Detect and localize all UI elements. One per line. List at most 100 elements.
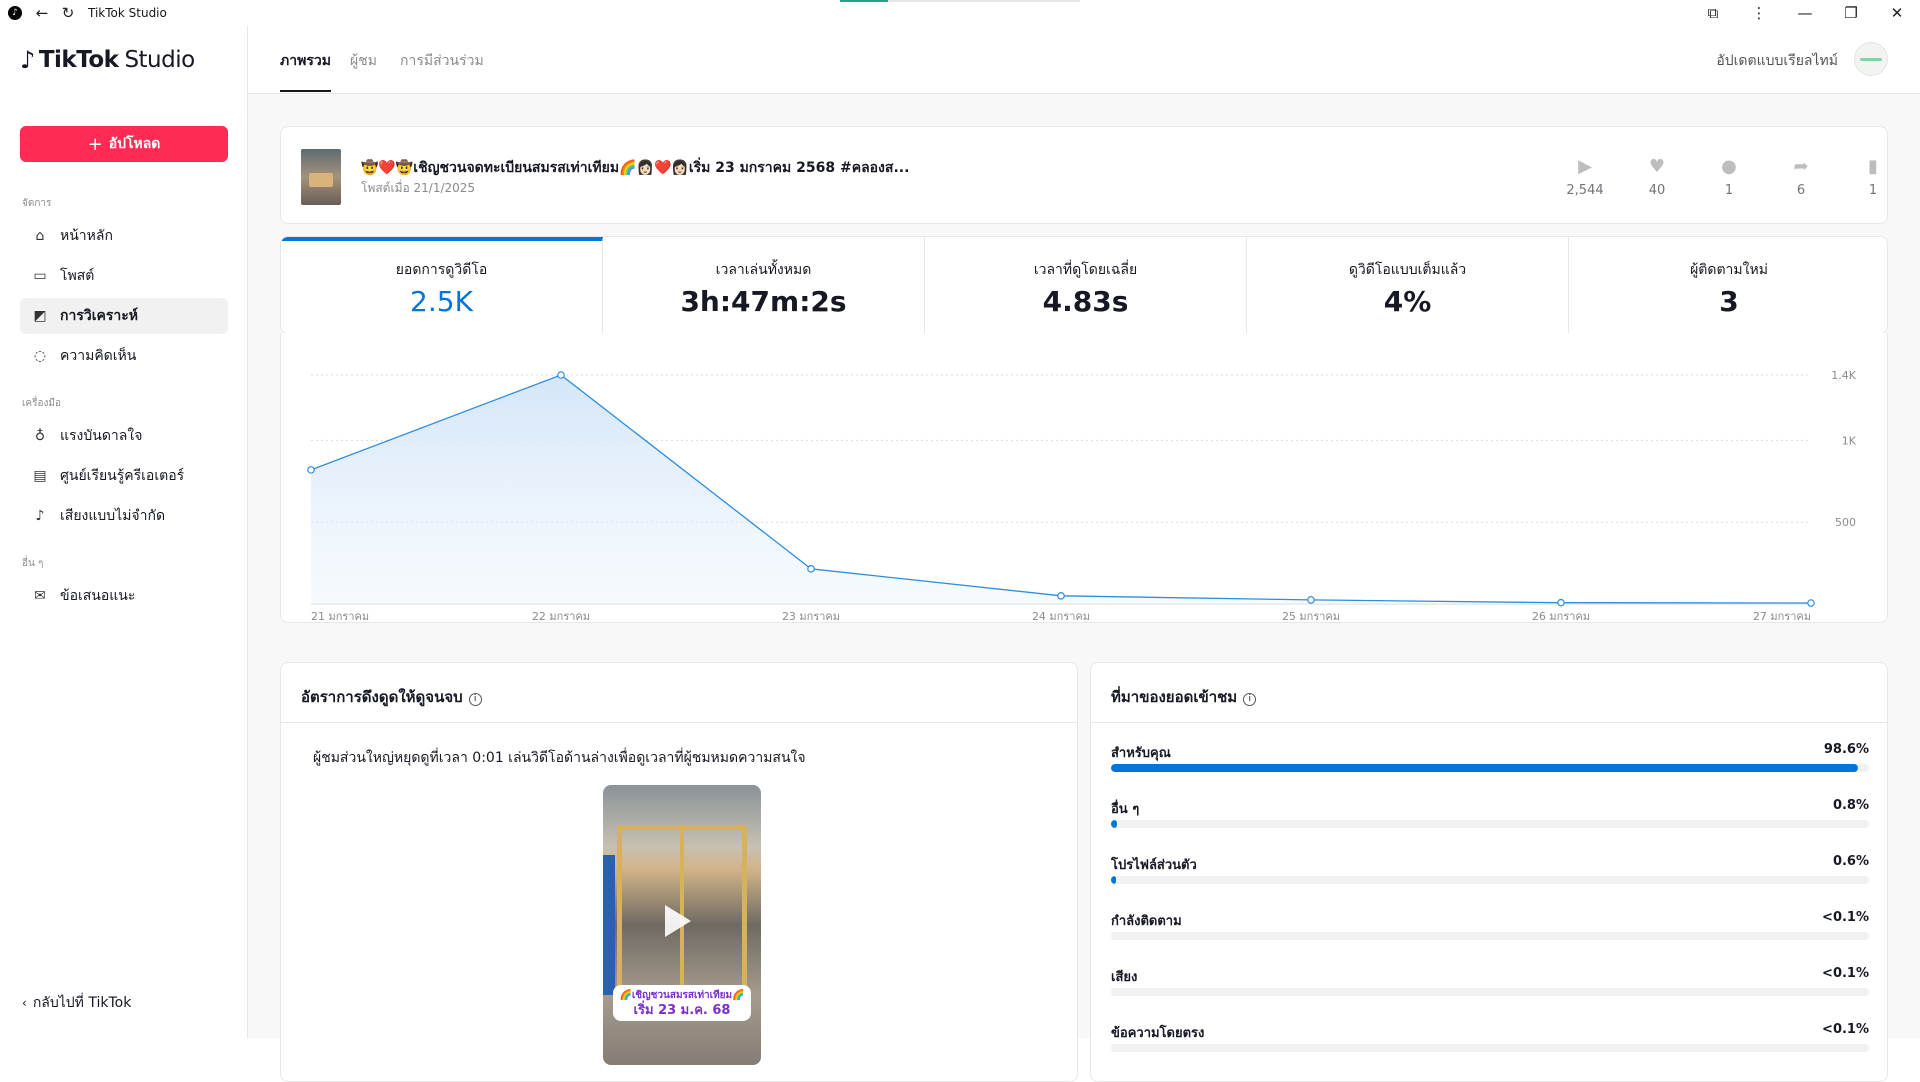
window-titlebar: ♪ ← ↻ TikTok Studio ⧉ ⋮ — ❐ ✕ (0, 0, 1920, 26)
traffic-source-value: 98.6% (1823, 742, 1869, 757)
stat-value: 1 (1868, 183, 1878, 198)
minimize-button[interactable]: — (1782, 3, 1828, 23)
back-to-tiktok-link[interactable]: ‹ กลับไปที่ TikTok (22, 992, 131, 1014)
series-area-fill (311, 375, 1811, 604)
sidebar: ♪ TikTok Studio + อัปโหลด จัดการ ⌂ หน้าห… (0, 26, 248, 1038)
tab-viewers[interactable]: ผู้ชม (350, 50, 377, 90)
y-tick-label: 500 (1835, 516, 1856, 529)
metric-value: 2.5K (410, 285, 473, 318)
post-thumbnail[interactable] (301, 149, 341, 205)
tab-overview[interactable]: ภาพรวม (280, 50, 331, 92)
traffic-source-bar-track (1111, 820, 1869, 828)
video-preview[interactable]: 🌈เชิญชวนสมรสเท่าเทียม🌈 เริ่ม 23 ม.ค. 68 (603, 785, 761, 1065)
extension-icon[interactable]: ⧉ (1690, 3, 1736, 23)
x-tick-label: 24 มกราคม (1032, 610, 1090, 623)
upload-button[interactable]: + อัปโหลด (20, 126, 228, 162)
traffic-source-row: กำลังติดตาม <0.1% (1111, 910, 1869, 950)
traffic-sources-card: ที่มาของยอดเข้าชม i สำหรับคุณ 98.6% อื่น ๆ 0… (1090, 662, 1888, 1082)
stat-value: 6 (1796, 183, 1806, 198)
sidebar-item-posts[interactable]: ▭ โพสต์ (20, 258, 228, 294)
traffic-source-bar-fill (1111, 876, 1117, 884)
sidebar-item-label: ข้อเสนอแนะ (60, 588, 136, 604)
more-options-icon[interactable]: ⋮ (1736, 3, 1782, 23)
info-icon[interactable]: i (468, 693, 482, 706)
sidebar-item-label: ศูนย์เรียนรู้ครีเอเตอร์ (60, 468, 185, 484)
avatar[interactable] (1854, 42, 1888, 76)
sidebar-item-feedback[interactable]: ✉ ข้อเสนอแนะ (20, 578, 228, 614)
metric-label: ผู้ติดตามใหม่ (1690, 262, 1768, 278)
metric-video-views[interactable]: ยอดการดูวิดีโอ 2.5K (281, 237, 603, 333)
metric-watched-full-video[interactable]: ดูวิดีโอแบบเต็มแล้ว 4% (1247, 237, 1569, 333)
retention-title: อัตราการดึงดูดให้ดูจนจบ i (301, 685, 482, 709)
brand-logo[interactable]: ♪ TikTok Studio (20, 46, 195, 74)
stat-value: 1 (1724, 183, 1734, 198)
data-point (557, 371, 565, 379)
sidebar-item-creator-academy[interactable]: ▤ ศูนย์เรียนรู้ครีเอเตอร์ (20, 458, 228, 494)
sidebar-item-home[interactable]: ⌂ หน้าหลัก (20, 218, 228, 254)
views-line-chart: 500 1K 1.4K 21 มกราคม 22 มกราคม 23 มกราคม 24 ม… (307, 369, 1857, 623)
back-arrow-icon[interactable]: ← (32, 3, 52, 23)
plus-icon: + (87, 133, 103, 155)
metric-value: 3 (1719, 285, 1739, 318)
tab-engagement[interactable]: การมีส่วนร่วม (400, 50, 484, 90)
metric-average-watch-time[interactable]: เวลาที่ดูโดยเฉลี่ย 4.83s (925, 237, 1247, 333)
maximize-button[interactable]: ❐ (1828, 3, 1874, 23)
metric-value: 4.83s (1042, 285, 1129, 318)
section-label-others: อื่น ๆ (22, 558, 44, 569)
tiktok-app-icon: ♪ (8, 6, 22, 20)
play-icon[interactable] (665, 905, 691, 937)
sidebar-item-label: การวิเคราะห์ (60, 308, 138, 324)
data-point (307, 466, 315, 474)
bookmark-icon: ▮ (1868, 156, 1878, 177)
post-title[interactable]: 🤠❤️🤠เชิญชวนจดทะเบียนสมรสเท่าเทียม🌈👩🏻❤️👩🏻… (361, 157, 909, 179)
metric-label: ยอดการดูวิดีโอ (395, 262, 488, 278)
traffic-source-bar-track (1111, 764, 1869, 772)
retention-card: อัตราการดึงดูดให้ดูจนจบ i ผู้ชมส่วนใหญ่หย… (280, 662, 1078, 1082)
metric-total-play-time[interactable]: เวลาเล่นทั้งหมด 3h:47m:2s (603, 237, 925, 333)
post-summary-card: 🤠❤️🤠เชิญชวนจดทะเบียนสมรสเท่าเทียม🌈👩🏻❤️👩🏻… (280, 126, 1888, 224)
metric-label: ดูวิดีโอแบบเต็มแล้ว (1348, 262, 1467, 278)
section-label-tools: เครื่องมือ (22, 398, 61, 409)
metrics-tabs: ยอดการดูวิดีโอ 2.5K เวลาเล่นทั้งหมด 3h:4… (280, 236, 1888, 334)
data-point (1807, 599, 1815, 607)
lightbulb-icon: ♁ (34, 428, 46, 444)
x-tick-label: 27 มกราคม (1753, 610, 1811, 623)
sidebar-item-label: โพสต์ (60, 268, 95, 284)
realtime-update-label: อัปเดตแบบเรียลไทม์ (1716, 53, 1838, 69)
traffic-source-name: กำลังติดตาม (1111, 914, 1182, 929)
refresh-icon[interactable]: ↻ (58, 3, 78, 23)
metric-label: เวลาที่ดูโดยเฉลี่ย (1033, 262, 1138, 278)
traffic-source-bar-track (1111, 876, 1869, 884)
sidebar-item-unlimited-sounds[interactable]: ♪ เสียงแบบไม่จำกัด (20, 498, 228, 534)
retention-card-header: อัตราการดึงดูดให้ดูจนจบ i (281, 663, 1077, 723)
main-content: ภาพรวม ผู้ชม การมีส่วนร่วม อัปเดตแบบเรีย… (248, 26, 1920, 1082)
book-icon: ▤ (33, 468, 47, 484)
sidebar-item-label: เสียงแบบไม่จำกัด (60, 508, 166, 524)
brand-suffix: Studio (124, 47, 195, 73)
sticker-line-1: 🌈เชิญชวนสมรสเท่าเทียม🌈 (619, 990, 745, 1001)
sidebar-item-comments[interactable]: ◌ ความคิดเห็น (20, 338, 228, 374)
music-note-icon: ♪ (35, 508, 45, 524)
sidebar-item-inspiration[interactable]: ♁ แรงบันดาลใจ (20, 418, 228, 454)
sidebar-item-analytics[interactable]: ◩ การวิเคราะห์ (20, 298, 228, 334)
traffic-source-row: โปรไฟล์ส่วนตัว 0.6% (1111, 854, 1869, 894)
traffic-source-row: ข้อความโดยตรง <0.1% (1111, 1022, 1869, 1062)
sticker-line-2: เริ่ม 23 ม.ค. 68 (633, 1003, 731, 1018)
traffic-sources-title: ที่มาของยอดเข้าชม i (1111, 685, 1257, 709)
traffic-source-bar-track (1111, 1044, 1869, 1052)
stat-value: 40 (1648, 183, 1666, 198)
traffic-source-name: ข้อความโดยตรง (1111, 1026, 1205, 1041)
traffic-source-value: 0.8% (1832, 798, 1869, 813)
x-tick-label: 25 มกราคม (1282, 610, 1340, 623)
close-button[interactable]: ✕ (1874, 3, 1920, 23)
sidebar-item-label: แรงบันดาลใจ (60, 428, 143, 444)
retention-description: ผู้ชมส่วนใหญ่หยุดดูที่เวลา 0:01 เล่นวิดี… (313, 750, 806, 766)
metric-new-followers[interactable]: ผู้ติดตามใหม่ 3 (1569, 237, 1887, 333)
sidebar-item-label: ความคิดเห็น (60, 348, 137, 364)
traffic-sources-header: ที่มาของยอดเข้าชม i (1091, 663, 1887, 723)
x-tick-label: 23 มกราคม (782, 610, 840, 623)
brand-name: TikTok (38, 47, 119, 73)
info-icon[interactable]: i (1243, 693, 1257, 706)
window-title: TikTok Studio (88, 6, 167, 20)
traffic-source-name: โปรไฟล์ส่วนตัว (1111, 858, 1197, 873)
